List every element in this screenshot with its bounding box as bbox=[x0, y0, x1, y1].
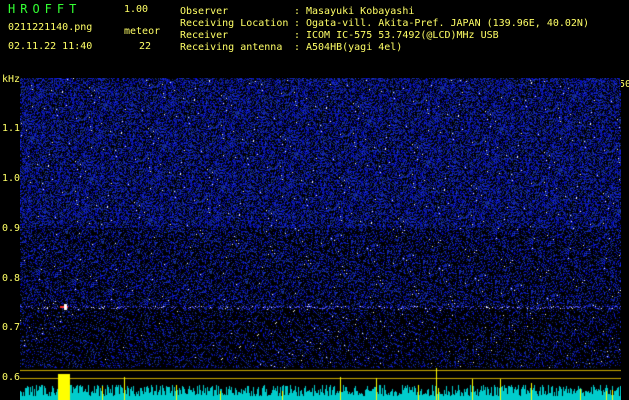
y-tick-label: 0.9 bbox=[2, 223, 21, 234]
y-tick-label: 1.0 bbox=[2, 173, 21, 184]
colon-sep: : bbox=[294, 30, 301, 41]
y-tick-label: 0.6 bbox=[2, 372, 21, 383]
colon-sep: : bbox=[294, 18, 301, 29]
y-tick-label: 0.7 bbox=[2, 322, 21, 333]
y-unit-label: kHz bbox=[2, 74, 21, 85]
info-value-location: Ogata-vill. Akita-Pref. JAPAN (139.96E, … bbox=[306, 18, 589, 29]
colon-sep: : bbox=[294, 42, 301, 53]
info-value-antenna: A504HB(yagi 4el) bbox=[306, 42, 403, 53]
app-version: 1.00 bbox=[124, 4, 149, 15]
meteor-count: 22 bbox=[139, 41, 152, 52]
info-label-antenna: Receiving antenna bbox=[180, 42, 283, 53]
colon-sep: : bbox=[294, 6, 301, 17]
info-value-observer: Masayuki Kobayashi bbox=[306, 6, 415, 17]
info-label-observer: Observer bbox=[180, 6, 229, 17]
info-label-receiver: Receiver bbox=[180, 30, 229, 41]
app-title: HROFFT bbox=[8, 2, 82, 16]
y-tick-label: 0.8 bbox=[2, 273, 21, 284]
meteor-label: meteor bbox=[124, 26, 161, 37]
y-tick-label: 1.1 bbox=[2, 123, 21, 134]
spectrogram-canvas bbox=[20, 78, 621, 400]
info-value-receiver: ICOM IC-575 53.7492(@LCD)MHz USB bbox=[306, 30, 499, 41]
header-panel: HROFFT 1.00 0211221140.png meteor 02.11.… bbox=[0, 0, 629, 72]
file-timestamp: 02.11.22 11:40 bbox=[8, 41, 93, 52]
info-label-location: Receiving Location bbox=[180, 18, 289, 29]
file-name: 0211221140.png bbox=[8, 22, 93, 33]
